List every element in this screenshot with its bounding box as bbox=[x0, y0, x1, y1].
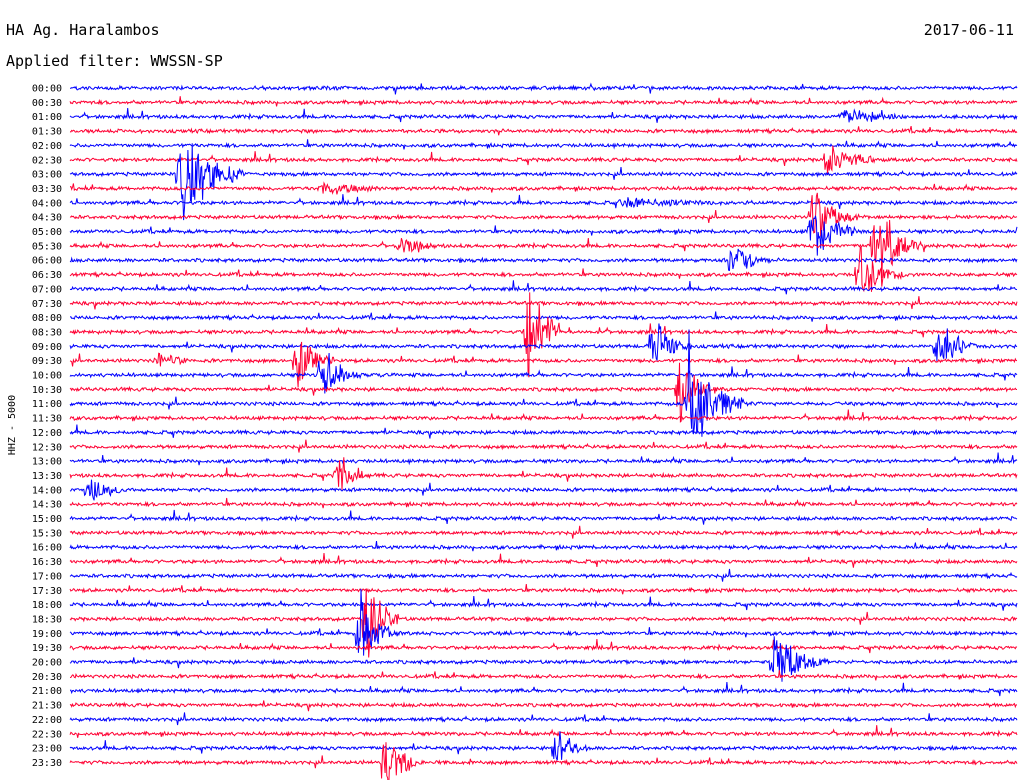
tick-label-2130: 21:30 bbox=[32, 701, 62, 712]
tick-label-0200: 02:00 bbox=[32, 141, 62, 152]
tick-label-1230: 12:30 bbox=[32, 442, 62, 453]
trace-row-0730 bbox=[69, 296, 1018, 310]
trace-row-1200 bbox=[69, 424, 1018, 439]
trace-row-0130 bbox=[69, 125, 1018, 136]
tick-label-0500: 05:00 bbox=[32, 227, 62, 238]
tick-label-0130: 01:30 bbox=[32, 127, 62, 138]
tick-label-1630: 16:30 bbox=[32, 557, 62, 568]
trace-row-1700 bbox=[69, 568, 1018, 582]
trace-row-1430 bbox=[69, 497, 1018, 509]
tick-label-0630: 06:30 bbox=[32, 270, 62, 281]
trace-row-0230 bbox=[69, 145, 1018, 175]
trace-row-1800 bbox=[69, 595, 1018, 611]
trace-row-0000 bbox=[70, 82, 1018, 95]
tick-label-0930: 09:30 bbox=[32, 356, 62, 367]
tick-label-0830: 08:30 bbox=[32, 327, 62, 338]
trace-row-1530 bbox=[69, 525, 1018, 539]
tick-label-1830: 18:30 bbox=[32, 614, 62, 625]
trace-row-1630 bbox=[69, 552, 1018, 568]
trace-row-1600 bbox=[69, 541, 1018, 552]
tick-label-0800: 08:00 bbox=[32, 313, 62, 324]
y-axis-label: HHZ - 5000 bbox=[7, 395, 18, 455]
trace-row-2200 bbox=[69, 712, 1018, 726]
trace-row-0930 bbox=[69, 341, 1018, 388]
tick-label-0430: 04:30 bbox=[32, 213, 62, 224]
trace-row-1030 bbox=[69, 362, 1017, 423]
tick-label-0600: 06:00 bbox=[32, 256, 62, 267]
trace-row-2130 bbox=[69, 700, 1017, 712]
tick-label-2030: 20:30 bbox=[32, 672, 62, 683]
tick-label-1430: 14:30 bbox=[32, 500, 62, 511]
tick-label-0900: 09:00 bbox=[32, 342, 62, 353]
tick-label-1730: 17:30 bbox=[32, 586, 62, 597]
trace-row-0700 bbox=[69, 280, 1018, 295]
trace-row-2000 bbox=[69, 636, 1018, 682]
trace-row-0100 bbox=[69, 108, 1018, 123]
trace-row-2030 bbox=[69, 670, 1018, 681]
tick-label-0730: 07:30 bbox=[32, 299, 62, 310]
tick-label-1100: 11:00 bbox=[32, 399, 62, 410]
trace-row-1400 bbox=[69, 479, 1018, 501]
tick-label-1500: 15:00 bbox=[32, 514, 62, 525]
trace-row-0800 bbox=[69, 311, 1018, 322]
tick-label-1400: 14:00 bbox=[32, 485, 62, 496]
trace-row-0430 bbox=[69, 192, 1018, 237]
tick-label-2230: 22:30 bbox=[32, 729, 62, 740]
tick-label-2000: 20:00 bbox=[32, 658, 62, 669]
tick-label-1300: 13:00 bbox=[32, 457, 62, 468]
tick-label-2330: 23:30 bbox=[32, 758, 62, 769]
tick-label-0300: 03:00 bbox=[32, 170, 62, 181]
trace-row-1230 bbox=[69, 439, 1018, 453]
time-tick-labels: 00:00 00:30 01:00 01:30 02:00 02:30 03:00 03:30… bbox=[32, 84, 62, 769]
tick-label-0330: 03:30 bbox=[32, 184, 62, 195]
trace-row-1300 bbox=[69, 452, 1018, 466]
trace-row-1130 bbox=[69, 409, 1018, 422]
tick-label-1930: 19:30 bbox=[32, 643, 62, 654]
trace-row-2230 bbox=[69, 725, 1018, 738]
trace-row-1500 bbox=[69, 509, 1018, 525]
tick-label-1200: 12:00 bbox=[32, 428, 62, 439]
tick-label-2200: 22:00 bbox=[32, 715, 62, 726]
tick-label-2300: 23:00 bbox=[32, 744, 62, 755]
tick-label-0400: 04:00 bbox=[32, 198, 62, 209]
trace-row-2300 bbox=[69, 731, 1018, 761]
tick-label-0030: 00:30 bbox=[32, 98, 62, 109]
trace-row-1930 bbox=[69, 639, 1018, 654]
tick-label-1800: 18:00 bbox=[32, 600, 62, 611]
tick-label-1130: 11:30 bbox=[32, 414, 62, 425]
tick-label-1030: 10:30 bbox=[32, 385, 62, 396]
tick-label-0530: 05:30 bbox=[32, 241, 62, 252]
tick-label-1900: 19:00 bbox=[32, 629, 62, 640]
tick-label-1530: 15:30 bbox=[32, 528, 62, 539]
trace-row-1730 bbox=[69, 584, 1018, 595]
trace-rows bbox=[69, 82, 1018, 780]
trace-row-0530 bbox=[69, 219, 1018, 279]
tick-label-0700: 07:00 bbox=[32, 284, 62, 295]
tick-label-2100: 21:00 bbox=[32, 686, 62, 697]
trace-row-0200 bbox=[69, 139, 1018, 150]
trace-row-2100 bbox=[69, 682, 1018, 697]
tick-label-1330: 13:30 bbox=[32, 471, 62, 482]
tick-label-0100: 01:00 bbox=[32, 112, 62, 123]
helicorder-plot: 00:00 00:30 01:00 01:30 02:00 02:30 03:00 03:30… bbox=[7, 82, 1018, 780]
tick-label-1600: 16:00 bbox=[32, 543, 62, 554]
trace-row-0030 bbox=[69, 96, 1018, 107]
trace-row-0400 bbox=[69, 194, 1018, 210]
tick-label-1700: 17:00 bbox=[32, 571, 62, 582]
tick-label-0230: 02:30 bbox=[32, 155, 62, 166]
tick-label-0000: 00:00 bbox=[32, 84, 62, 95]
tick-label-1000: 10:00 bbox=[32, 371, 62, 382]
